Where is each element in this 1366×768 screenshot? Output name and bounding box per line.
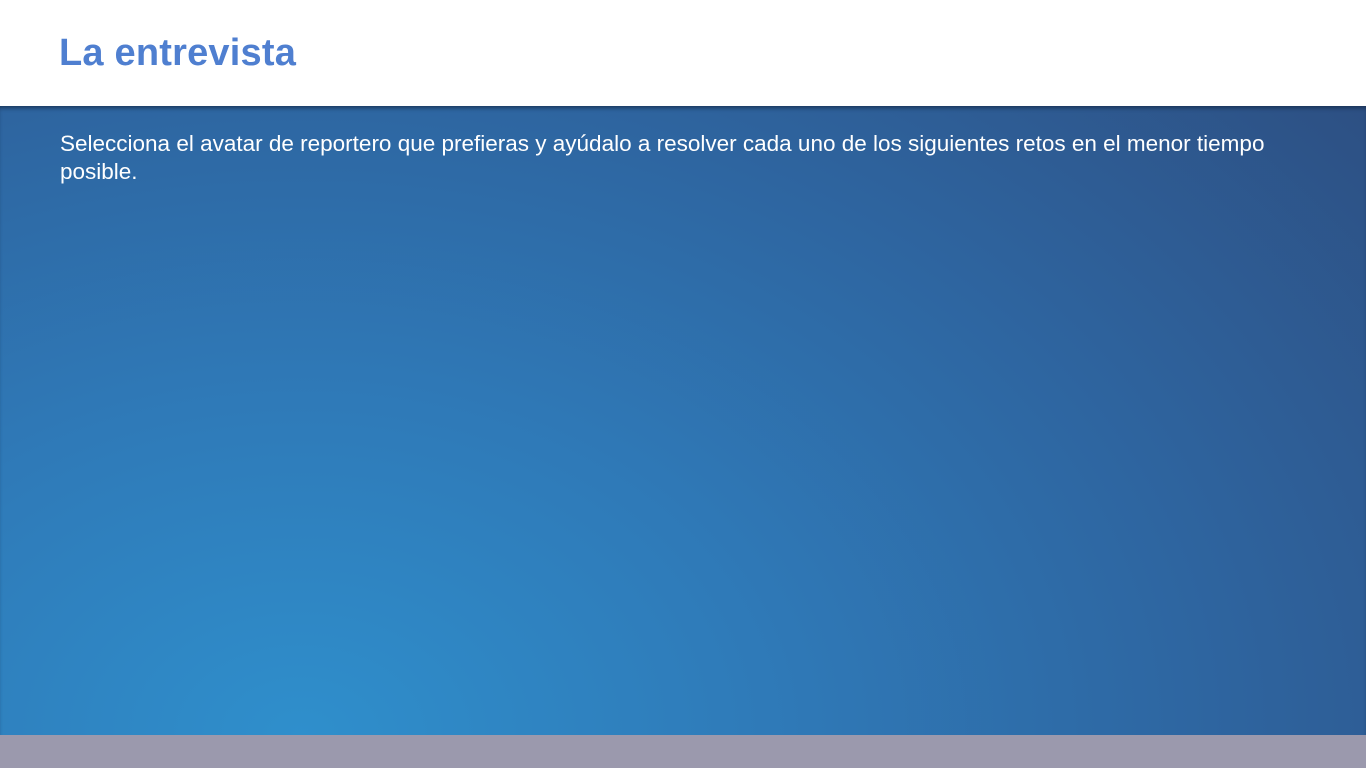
instructions-text: Selecciona el avatar de reportero que pr… — [60, 131, 1265, 184]
slide-header: La entrevista — [0, 0, 1366, 106]
slide-title: La entrevista — [59, 32, 297, 74]
slide: La entrevista Selecciona el avatar de re… — [0, 0, 1366, 768]
footer-bar — [0, 735, 1366, 768]
slide-content-area: Selecciona el avatar de reportero que pr… — [0, 106, 1366, 735]
